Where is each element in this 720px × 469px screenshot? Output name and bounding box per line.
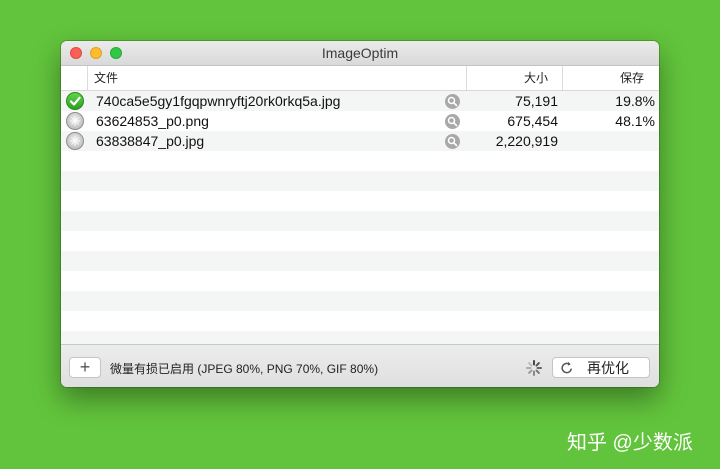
empty-row (61, 211, 659, 231)
file-row[interactable]: 63838847_p0.jpg 2,220,919 (61, 131, 659, 151)
waiting-icon (66, 112, 84, 130)
empty-row (61, 151, 659, 171)
column-header-file[interactable]: 文件 (87, 66, 466, 90)
file-row[interactable]: 740ca5e5gy1fgqpwnryftj20rk0rkq5a.jpg 75,… (61, 91, 659, 111)
empty-row (61, 251, 659, 271)
imageoptim-window: ImageOptim 文件 大小 保存 740ca5e5gy1fgqpwnryf… (61, 41, 659, 387)
file-savings: 19.8% (615, 93, 655, 109)
empty-row (61, 311, 659, 331)
reoptimize-button[interactable]: 再优化 (552, 357, 650, 378)
file-size: 675,454 (507, 113, 558, 129)
file-size: 75,191 (515, 93, 558, 109)
empty-row (61, 291, 659, 311)
empty-row (61, 331, 659, 344)
file-name: 63624853_p0.png (96, 113, 209, 129)
file-size: 2,220,919 (495, 133, 558, 149)
magnifier-icon[interactable] (445, 134, 460, 149)
title-bar[interactable]: ImageOptim (61, 41, 659, 66)
spinner-icon (526, 360, 542, 376)
lossy-status-text: 微量有损已启用 (JPEG 80%, PNG 70%, GIF 80%) (110, 362, 379, 376)
file-name: 63838847_p0.jpg (96, 133, 205, 149)
reoptimize-label: 再优化 (587, 360, 629, 376)
window-title: ImageOptim (321, 45, 399, 61)
table-header: 文件 大小 保存 (61, 66, 659, 91)
column-header-size[interactable]: 大小 (466, 66, 562, 90)
file-name: 740ca5e5gy1fgqpwnryftj20rk0rkq5a.jpg (96, 93, 341, 109)
empty-row (61, 271, 659, 291)
empty-row (61, 191, 659, 211)
column-header-size-label: 大小 (523, 71, 548, 85)
magnifier-icon[interactable] (445, 94, 460, 109)
magnifier-icon[interactable] (445, 114, 460, 129)
file-savings: 48.1% (615, 113, 655, 129)
empty-row (61, 231, 659, 251)
file-list: 740ca5e5gy1fgqpwnryftj20rk0rkq5a.jpg 75,… (61, 91, 659, 344)
watermark-text: 知乎 @少数派 (567, 432, 693, 454)
column-header-savings[interactable]: 保存 (562, 66, 659, 90)
checkmark-icon (66, 92, 84, 110)
bottom-toolbar: + 微量有损已启用 (JPEG 80%, PNG 70%, GIF 80%) 再… (61, 344, 659, 387)
add-files-button[interactable]: + (69, 357, 101, 378)
column-header-savings-label: 保存 (619, 71, 644, 85)
waiting-icon (66, 132, 84, 150)
column-header-file-label: 文件 (94, 71, 119, 85)
file-row[interactable]: 63624853_p0.png 675,454 48.1% (61, 111, 659, 131)
empty-row (61, 171, 659, 191)
refresh-icon (561, 361, 572, 374)
